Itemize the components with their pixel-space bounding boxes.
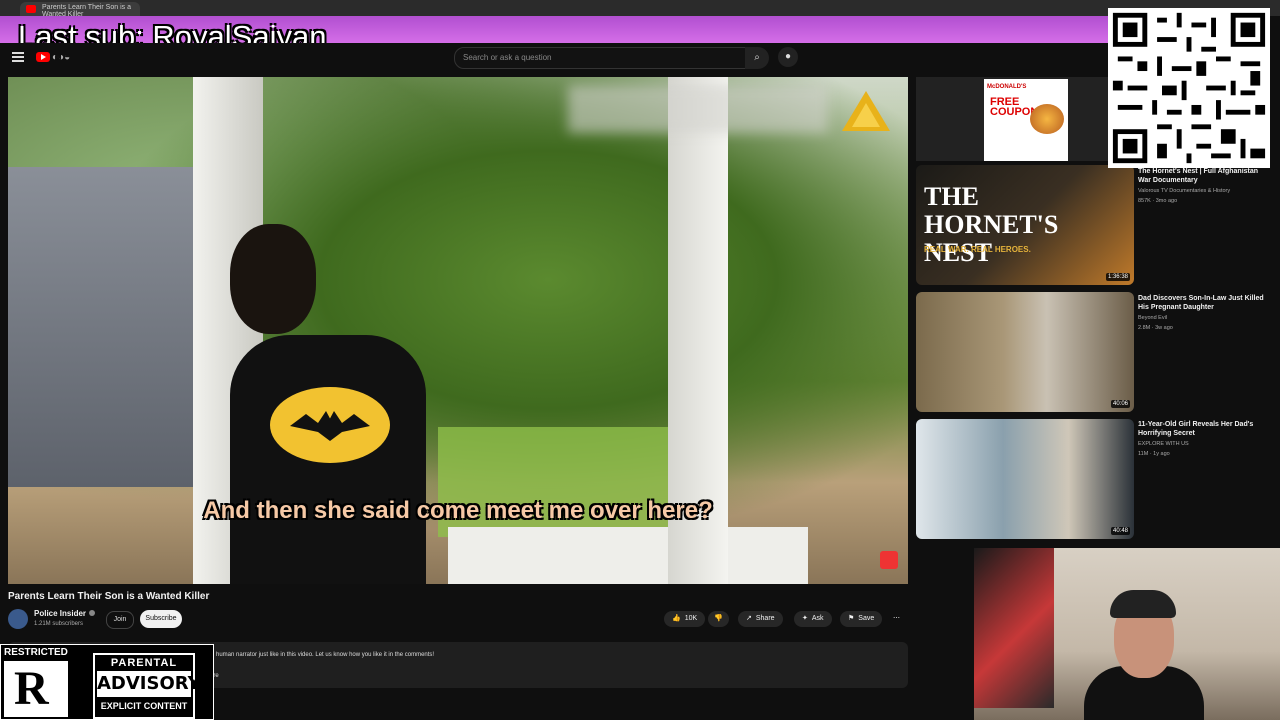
advisory-top-text: PARENTAL xyxy=(110,657,178,669)
share-button[interactable]: ↗ Share xyxy=(738,611,783,627)
blurred-watermark xyxy=(568,85,828,133)
recommendation-channel[interactable]: Beyond Evil xyxy=(1138,314,1268,322)
thumbnail-subtitle-text: REAL WAR. REAL HEROES. xyxy=(924,245,1031,254)
recommendation-thumbnail[interactable]: 40:06 xyxy=(916,292,1134,412)
logo-doodle-icon: ◐◑◒ xyxy=(52,51,71,63)
rating-letter: R xyxy=(14,662,49,715)
recommendation-thumbnail[interactable]: 40:48 xyxy=(916,419,1134,539)
save-label: Save xyxy=(858,615,875,622)
ad-food-image xyxy=(1030,104,1064,134)
more-actions-icon[interactable]: ⋯ xyxy=(888,611,905,627)
recommendation-title[interactable]: The Hornet's Nest | Full Afghanistan War… xyxy=(1138,167,1268,185)
share-icon: ↗ xyxy=(746,615,752,622)
rating-box: R xyxy=(4,661,68,717)
join-button[interactable]: Join xyxy=(106,611,134,629)
channel-name[interactable]: Police Insider xyxy=(34,609,96,618)
recommendation-title[interactable]: 11-Year-Old Girl Reveals Her Dad's Horri… xyxy=(1138,420,1268,438)
youtube-favicon-icon xyxy=(26,5,36,13)
thumbnail-title-text: THE HORNET'S NEST xyxy=(924,182,1059,267)
ad-headline: FREE COUPON xyxy=(990,96,1039,118)
webcam-headphones xyxy=(1110,590,1176,618)
like-count: 10K xyxy=(684,615,698,622)
video-scene-railing xyxy=(448,527,808,584)
channel-avatar[interactable] xyxy=(8,609,28,629)
verified-icon xyxy=(89,610,96,616)
webcam-tapestry xyxy=(974,548,1054,708)
thumbs-down-icon: 👎 xyxy=(714,615,723,622)
recommendation-thumbnail[interactable]: THE HORNET'S NEST REAL WAR. REAL HEROES.… xyxy=(916,165,1134,285)
subscribe-button[interactable]: Subscribe xyxy=(140,610,182,628)
bookmark-icon: ⚑ xyxy=(848,615,855,622)
description-text: human narrator just like in this video. … xyxy=(216,652,435,658)
recommendation-channel[interactable]: EXPLORE WITH US xyxy=(1138,440,1268,448)
recommendation-meta: 2.8M · 3w ago xyxy=(1138,325,1173,331)
search-icon[interactable]: ⌕ xyxy=(745,47,769,69)
youtube-header: ◐◑◒ Search or ask a question ⌕ ● xyxy=(0,43,1280,73)
like-button[interactable]: 👍 10K xyxy=(664,611,706,627)
last-sub-banner: Last sub: RoyalSaiyan xyxy=(0,16,1110,54)
ask-button[interactable]: ✦ Ask xyxy=(794,611,832,627)
save-button[interactable]: ⚑ Save xyxy=(840,611,883,627)
mic-icon[interactable]: ● xyxy=(778,47,798,67)
advisory-mid-text: ADVISORY xyxy=(97,671,201,697)
youtube-badge-icon[interactable] xyxy=(880,551,898,569)
search-placeholder: Search or ask a question xyxy=(463,53,552,62)
recommendation-channel[interactable]: Valorous TV Documentaries & History xyxy=(1138,187,1268,195)
channel-watermark-icon xyxy=(842,91,890,131)
recommendation-meta: 11M · 1y ago xyxy=(1138,451,1170,457)
browser-tab-bar: Parents Learn Their Son is a Wanted Kill… xyxy=(0,0,1280,18)
ask-label: Ask xyxy=(811,615,824,622)
video-duration: 40:48 xyxy=(1110,527,1130,535)
streamer-webcam xyxy=(974,548,1280,720)
menu-icon[interactable] xyxy=(12,52,24,62)
ad-brand: McDONALD'S xyxy=(987,84,1027,90)
video-caption: And then she said come meet me over here… xyxy=(203,497,713,524)
restricted-rating-badge: RESTRICTED R PARENTAL ADVISORY EXPLICIT … xyxy=(0,644,214,720)
recommendation-title[interactable]: Dad Discovers Son-In-Law Just Killed His… xyxy=(1138,294,1268,312)
thumbs-up-icon: 👍 xyxy=(672,615,681,622)
batman-logo-shirt xyxy=(270,387,390,463)
restricted-label: RESTRICTED xyxy=(4,647,68,658)
qr-code xyxy=(1108,8,1270,168)
recommendation-meta: 857K · 3mo ago xyxy=(1138,198,1178,204)
sparkle-icon: ✦ xyxy=(802,615,808,622)
video-duration: 40:06 xyxy=(1110,400,1130,408)
video-scene-house xyxy=(8,167,208,487)
video-player[interactable]: And then she said come meet me over here… xyxy=(8,77,908,584)
youtube-logo[interactable]: ◐◑◒ xyxy=(36,51,70,63)
video-scene-person-head xyxy=(230,224,316,334)
youtube-play-icon xyxy=(36,52,50,62)
parental-advisory-logo: PARENTAL ADVISORY EXPLICIT CONTENT xyxy=(93,653,201,719)
subscriber-count: 1.21M subscribers xyxy=(34,621,84,627)
browser-tab[interactable]: Parents Learn Their Son is a Wanted Kill… xyxy=(20,2,140,18)
video-duration: 1:36:38 xyxy=(1105,273,1130,281)
dislike-button[interactable]: 👎 xyxy=(708,611,729,627)
video-title: Parents Learn Their Son is a Wanted Kill… xyxy=(8,591,210,602)
advisory-bottom-text: EXPLICIT CONTENT xyxy=(100,701,188,711)
search-input[interactable]: Search or ask a question xyxy=(454,47,746,69)
share-label: Share xyxy=(755,615,775,622)
